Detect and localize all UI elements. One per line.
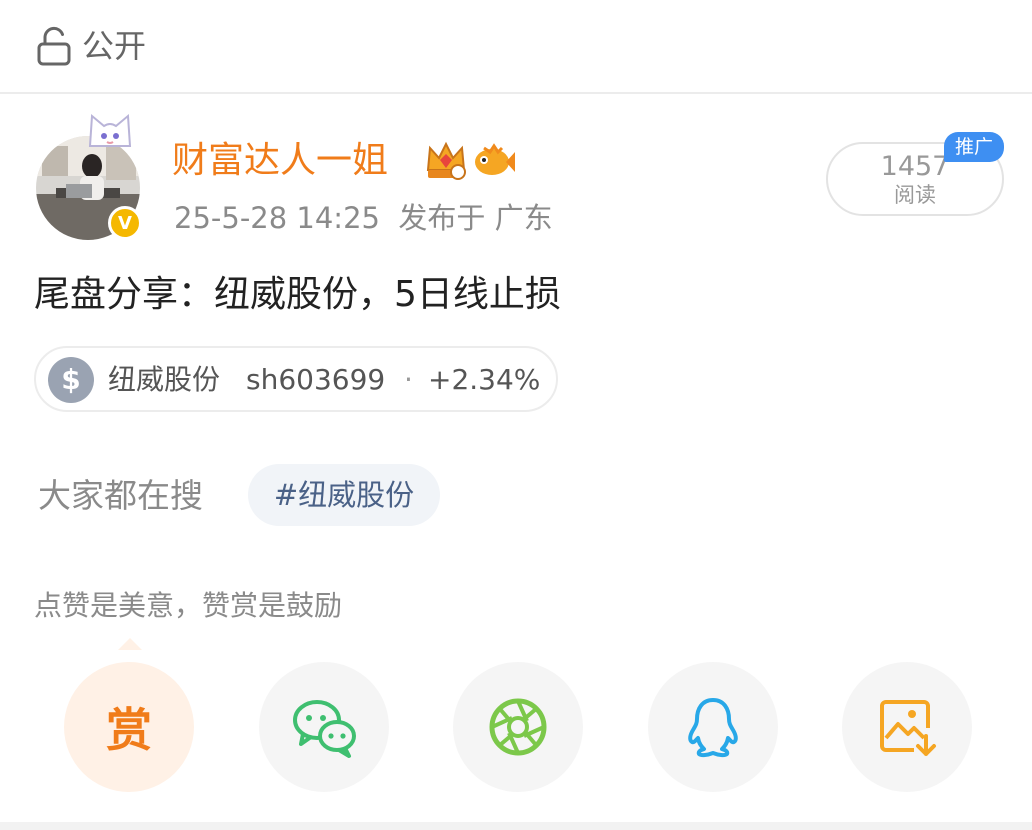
post-content: 尾盘分享：纽威股份，5日线止损 [34, 274, 561, 315]
post-timestamp: 25-5-28 14:25 [174, 201, 380, 235]
stock-change: +2.34% [428, 363, 541, 396]
stock-card[interactable]: $ 纽威股份 sh603699 · +2.34% [34, 346, 558, 412]
dollar-icon: $ [48, 357, 94, 403]
author-avatar[interactable]: V [36, 113, 146, 240]
author-name[interactable]: 财富达人一姐 [172, 138, 388, 184]
fish-icon [475, 143, 515, 175]
reward-icon: 赏 [106, 703, 152, 757]
crown-icon [426, 141, 466, 180]
cat-ears-decoration-icon [88, 113, 132, 147]
qq-penguin-icon [688, 698, 738, 758]
visibility-bar: 公开 [0, 0, 1032, 94]
visibility-label: 公开 [82, 27, 147, 65]
verified-badge: V [108, 206, 142, 240]
lock-open-icon [37, 27, 71, 66]
save-image-button[interactable] [842, 662, 972, 792]
reward-prompt: 点赞是美意，赞赏是鼓励 [34, 589, 343, 622]
bottom-divider [0, 822, 1032, 830]
wechat-icon [293, 700, 356, 758]
post-location: 发布于 广东 [398, 201, 553, 235]
post-meta: 25-5-28 14:25 发布于 广东 [174, 198, 553, 238]
stock-code: sh603699 [246, 363, 386, 396]
share-qq-button[interactable] [648, 662, 778, 792]
reward-pointer [118, 638, 142, 650]
moments-aperture-icon [489, 698, 547, 756]
stock-name: 纽威股份 [108, 363, 221, 396]
share-moments-button[interactable] [453, 662, 583, 792]
hot-search-tag[interactable]: #纽威股份 [248, 464, 440, 526]
reward-button[interactable]: 赏 [64, 662, 194, 792]
read-label: 阅读 [894, 183, 936, 207]
stock-separator: · [404, 363, 413, 396]
share-wechat-button[interactable] [259, 662, 389, 792]
hot-search-label: 大家都在搜 [38, 476, 203, 515]
promo-badge[interactable]: 推广 [944, 132, 1004, 162]
save-image-icon [880, 700, 936, 756]
